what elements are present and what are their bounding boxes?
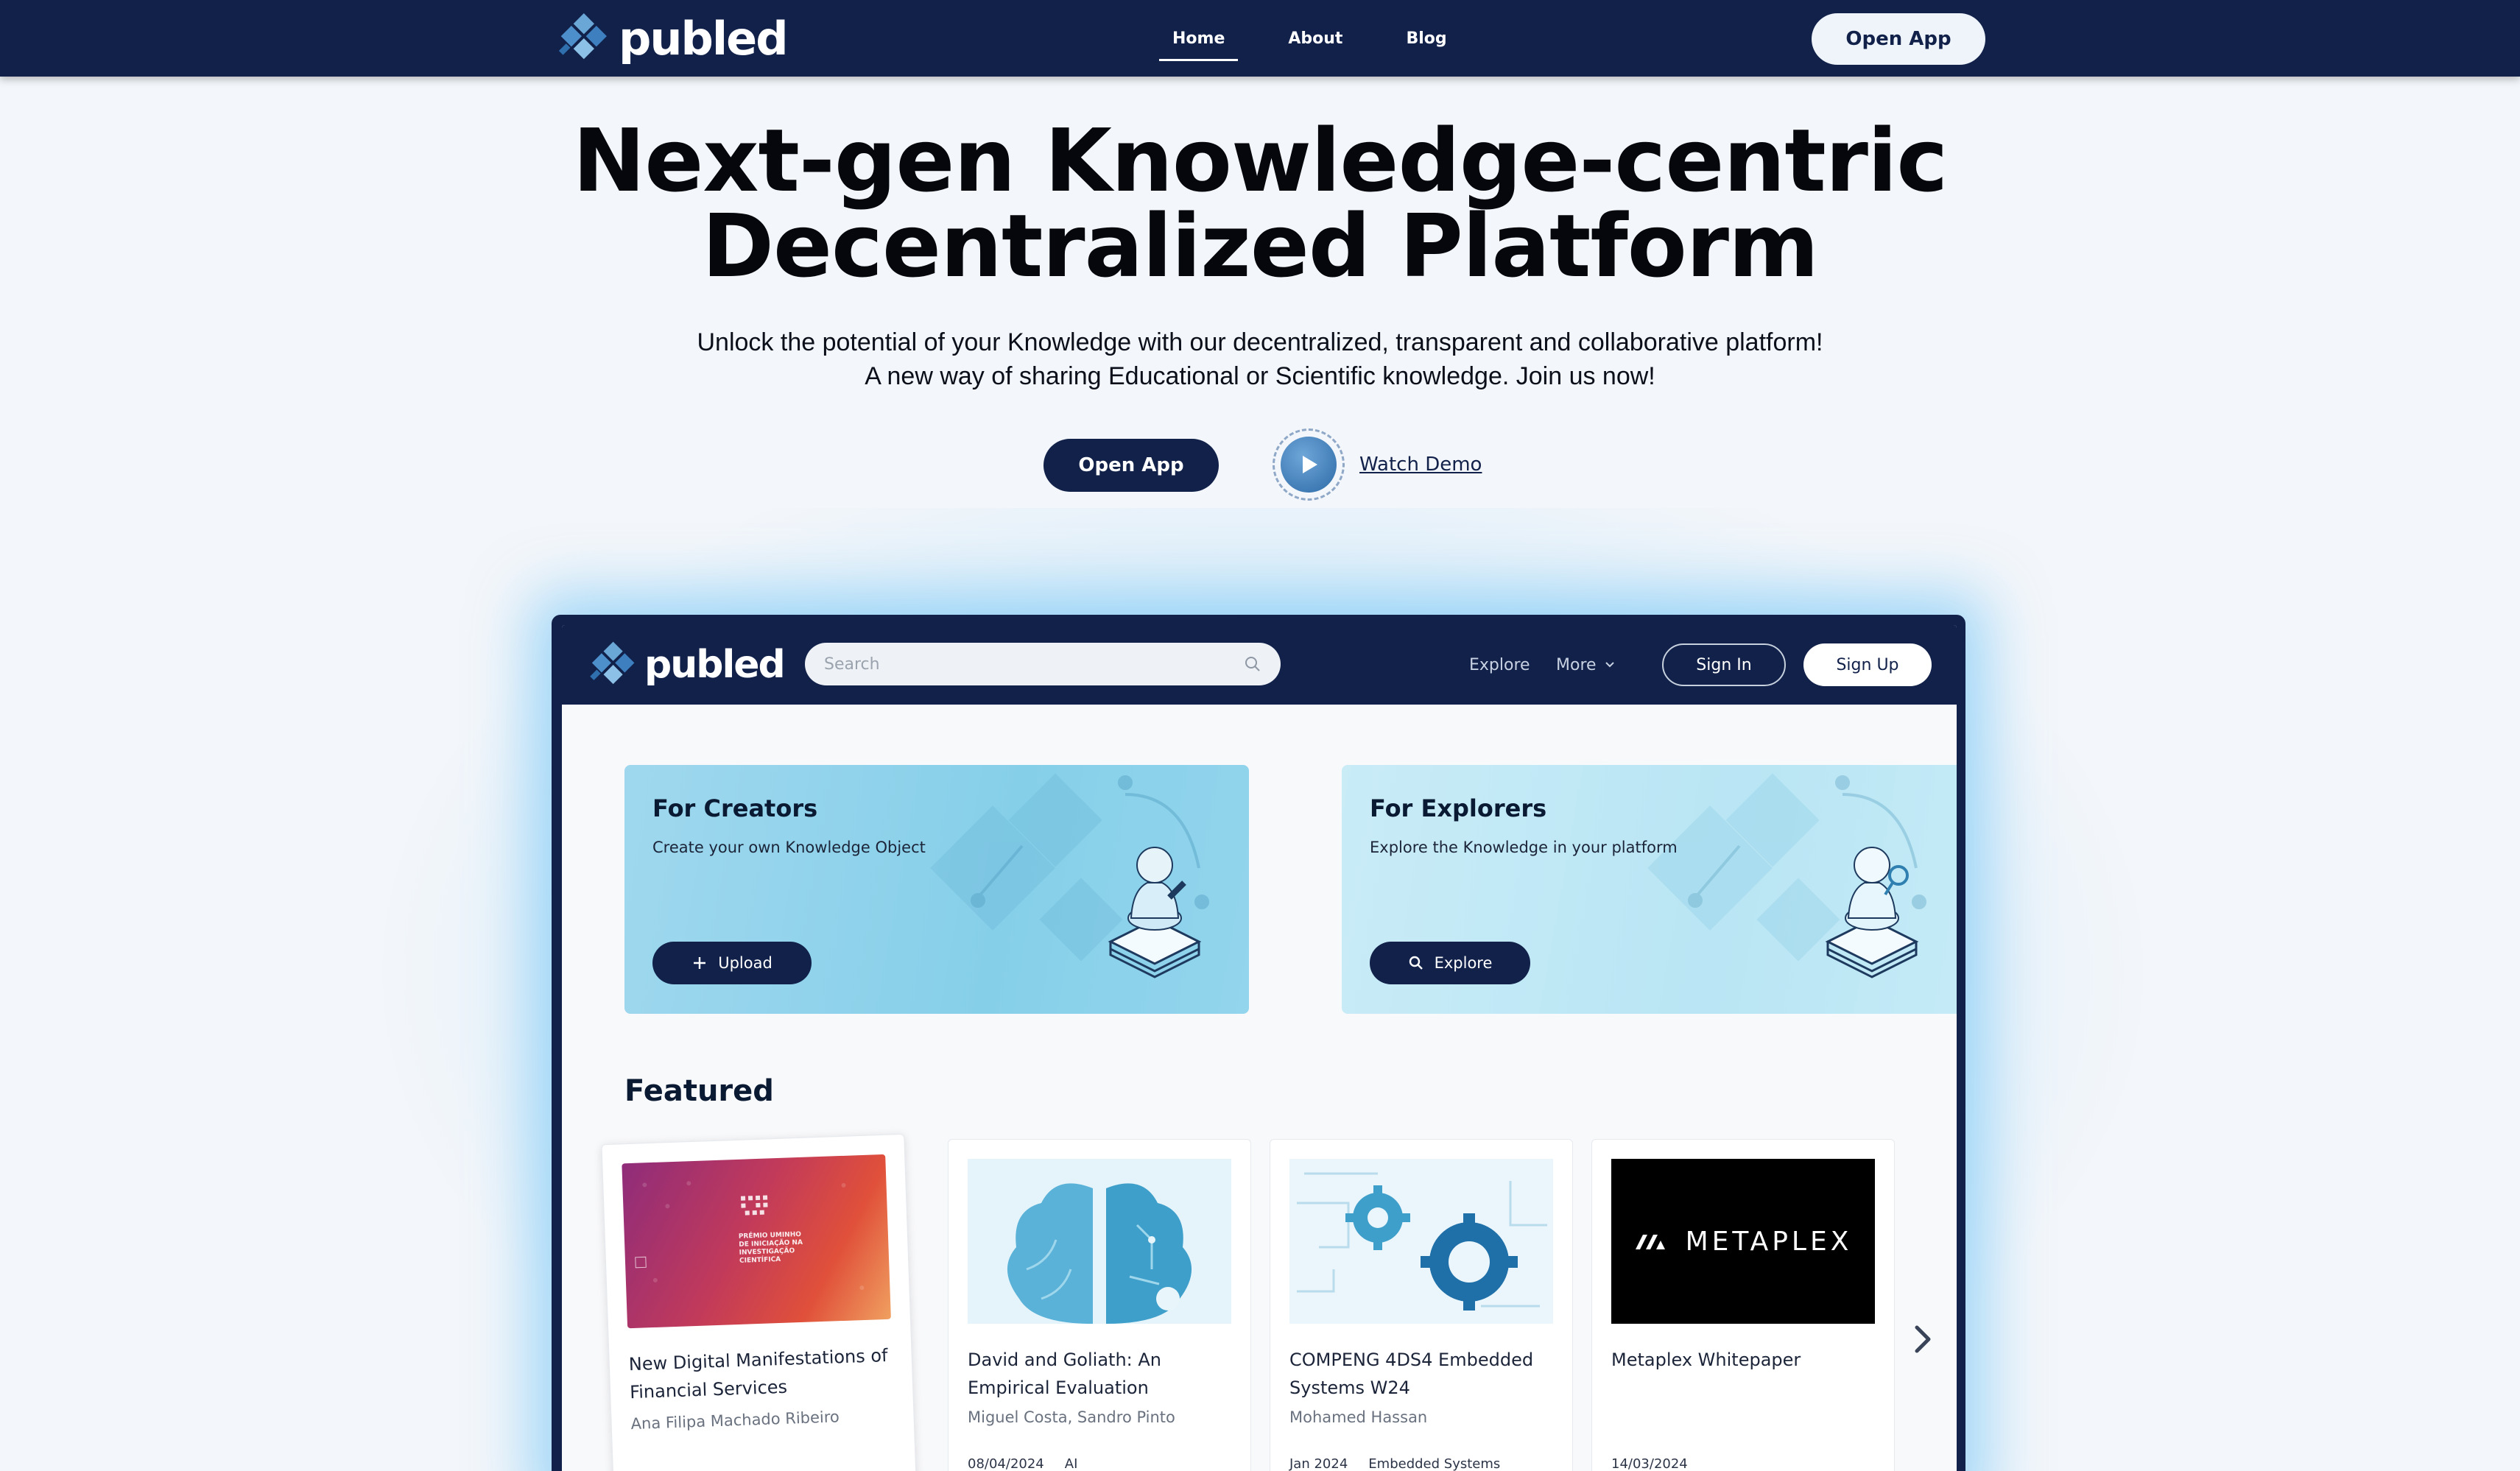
app-brand-name: publed: [644, 643, 786, 687]
explore-button-label: Explore: [1434, 954, 1493, 972]
open-app-nav-button[interactable]: Open App: [1812, 13, 1985, 65]
chevron-right-icon[interactable]: [1908, 1317, 1937, 1361]
top-navbar: publed Home About Blog Open App: [0, 0, 2520, 77]
creators-card-title: For Creators: [652, 794, 818, 822]
brand-name: publed: [619, 11, 789, 66]
card-thumbnail-text: PRÉMIO UMINHO DE INICIAÇÃO NA INVESTIGAÇ…: [738, 1230, 803, 1265]
explore-button[interactable]: Explore: [1370, 942, 1530, 984]
metaplex-logo-icon: [1635, 1235, 1665, 1249]
card-date: Jan 2024: [1289, 1456, 1348, 1471]
publed-logo-icon: [558, 13, 607, 60]
hero-subtitle-line-1: Unlock the potential of your Knowledge w…: [697, 328, 1823, 356]
card-tag: Embedded Systems: [1368, 1456, 1501, 1471]
explorer-illustration: [1647, 773, 1926, 978]
search-icon[interactable]: [1244, 655, 1261, 673]
card-title: Metaplex Whitepaper: [1611, 1350, 1801, 1370]
app-nav-more-label: More: [1556, 655, 1597, 674]
card-meta: 14/03/2024: [1611, 1456, 1688, 1471]
featured-card[interactable]: PRÉMIO UMINHO DE INICIAÇÃO NA INVESTIGAÇ…: [601, 1133, 918, 1471]
app-header: publed Explore More Sign In Sign Up: [562, 625, 1957, 705]
featured-card[interactable]: METAPLEX Metaplex Whitepaper 14/03/2024: [1591, 1139, 1895, 1471]
card-tag: AI: [1064, 1456, 1078, 1471]
play-icon: [1281, 437, 1337, 493]
hero-title: Next-gen Knowledge-centric Decentralized…: [0, 117, 2520, 289]
card-author: Ana Filipa Machado Ribeiro: [630, 1408, 840, 1433]
card-date: 14/03/2024: [1611, 1456, 1688, 1471]
app-search-bar: [805, 643, 1281, 685]
watch-demo-label: Watch Demo: [1359, 454, 1482, 476]
nav-about-link[interactable]: About: [1275, 16, 1356, 61]
card-author: Miguel Costa, Sandro Pinto: [968, 1408, 1175, 1426]
card-title: COMPENG 4DS4 Embedded Systems W24: [1289, 1350, 1534, 1398]
sign-in-button[interactable]: Sign In: [1662, 643, 1786, 686]
plus-icon: [694, 957, 706, 969]
brain-illustration: [1007, 1183, 1192, 1324]
card-thumbnail: [1289, 1159, 1553, 1324]
app-nav-explore[interactable]: Explore: [1469, 625, 1530, 705]
app-preview: publed Explore More Sign In Sign Up: [562, 625, 1957, 1471]
creator-illustration: [930, 773, 1209, 978]
hero-title-line-2: Decentralized Platform: [702, 195, 1819, 297]
open-app-hero-button[interactable]: Open App: [1043, 439, 1219, 492]
featured-heading: Featured: [624, 1074, 774, 1108]
card-meta: 08/04/2024 AI: [968, 1456, 1077, 1471]
explorers-card-title: For Explorers: [1370, 794, 1547, 822]
card-thumbnail: METAPLEX: [1611, 1159, 1875, 1324]
chevron-down-icon: [1605, 662, 1614, 668]
explorers-card-description: Explore the Knowledge in your platform: [1370, 839, 1678, 856]
gears-illustration: [1297, 1172, 1547, 1311]
card-thumbnail: PRÉMIO UMINHO DE INICIAÇÃO NA INVESTIGAÇ…: [622, 1154, 891, 1329]
app-nav-more[interactable]: More: [1556, 625, 1617, 705]
creators-card: For Creators Create your own Knowledge O…: [624, 765, 1249, 1014]
card-title: David and Goliath: An Empirical Evaluati…: [968, 1350, 1161, 1398]
nav-home-link[interactable]: Home: [1159, 16, 1239, 61]
card-author: Mohamed Hassan: [1289, 1408, 1428, 1426]
card-date: 08/04/2024: [968, 1456, 1044, 1471]
explorers-card: For Explorers Explore the Knowledge in y…: [1342, 765, 1957, 1014]
watch-demo-link[interactable]: Watch Demo: [1273, 428, 1482, 501]
metaplex-wordmark: METAPLEX: [1685, 1226, 1853, 1257]
publed-logo-icon: [590, 641, 635, 685]
upload-button[interactable]: Upload: [652, 942, 812, 984]
sign-up-button[interactable]: Sign Up: [1803, 643, 1932, 686]
search-input[interactable]: [824, 655, 1244, 674]
card-meta: Jan 2024 Embedded Systems: [1289, 1456, 1500, 1471]
hero-subtitle-line-2: A new way of sharing Educational or Scie…: [865, 362, 1655, 390]
app-brand-logo[interactable]: publed: [584, 637, 786, 693]
hero-subtitle: Unlock the potential of your Knowledge w…: [0, 325, 2520, 393]
play-ring: [1273, 428, 1345, 501]
main-nav: Home About Blog: [1159, 0, 1497, 77]
brand-logo[interactable]: publed: [552, 9, 789, 68]
card-title: New Digital Manifestations of Financial …: [628, 1344, 888, 1403]
search-icon: [1409, 956, 1423, 970]
nav-blog-link[interactable]: Blog: [1393, 16, 1460, 61]
featured-card[interactable]: COMPENG 4DS4 Embedded Systems W24 Mohame…: [1270, 1139, 1573, 1471]
upload-button-label: Upload: [718, 954, 772, 972]
featured-card[interactable]: David and Goliath: An Empirical Evaluati…: [948, 1139, 1251, 1471]
creators-card-description: Create your own Knowledge Object: [652, 839, 926, 856]
card-thumbnail: [968, 1159, 1231, 1324]
